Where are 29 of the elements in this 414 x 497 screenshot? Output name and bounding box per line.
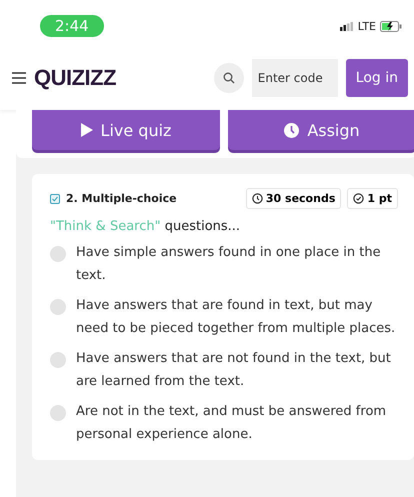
answer-option: Have simple answers found in one place in the text. (76, 241, 398, 287)
points-chip: 1 pt (347, 188, 398, 209)
answer-option: Are not in the text, and must be answered from personal experience alone. (76, 400, 398, 446)
question-text: "Think & Search" questions... (50, 219, 242, 234)
signal-icon (340, 22, 354, 30)
battery-icon (380, 20, 402, 32)
network-label: LTE (358, 20, 376, 32)
clock-icon (284, 122, 300, 138)
menu-icon[interactable] (12, 72, 26, 84)
check-circle-icon (353, 193, 364, 204)
code-field[interactable]: Enter code (252, 59, 338, 97)
radio-button[interactable] (50, 352, 66, 368)
time-badge: 2:44 (40, 15, 104, 37)
checkbox-icon (50, 194, 60, 204)
clock-icon (252, 193, 263, 204)
answer-option: Have answers that are found in text, but may need to be pieced together from multiple places. (76, 294, 398, 340)
search-icon (222, 72, 235, 84)
live-quiz-button[interactable]: Live quiz (32, 110, 220, 150)
play-icon (80, 123, 93, 137)
radio-button[interactable] (50, 299, 66, 315)
login-button[interactable]: Log in (346, 59, 408, 97)
search-button[interactable] (214, 63, 244, 93)
radio-button[interactable] (50, 405, 66, 421)
question-type: 2. Multiple-choice (66, 192, 178, 205)
radio-button[interactable] (50, 246, 66, 262)
logo[interactable]: QUIZIZZ (34, 65, 206, 91)
assign-button[interactable]: Assign (228, 110, 414, 150)
answer-option: Have answers that are not found in the text, but are learned from the text. (76, 347, 398, 393)
time-chip: 30 seconds (246, 188, 342, 209)
